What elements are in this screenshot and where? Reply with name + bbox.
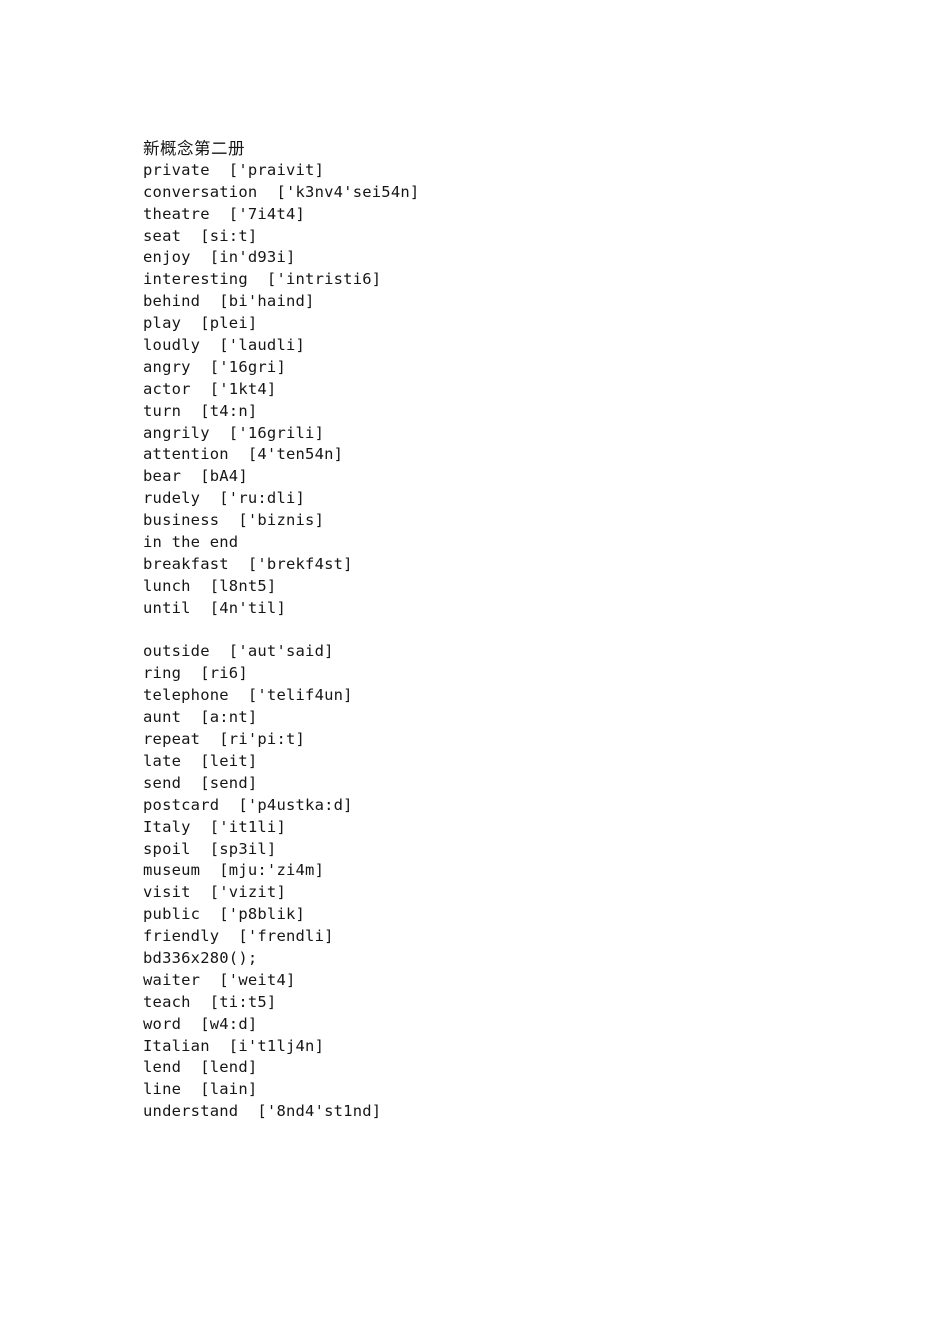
- vocabulary-line-understand: understand ['8nd4'st1nd]: [143, 1102, 382, 1121]
- vocabulary-line-museum: museum [mju:'zi4m]: [143, 861, 325, 880]
- vocabulary-line-behind: behind [bi'haind]: [143, 292, 315, 311]
- vocabulary-line-interesting: interesting ['intristi6]: [143, 270, 382, 289]
- vocabulary-line-word: word [w4:d]: [143, 1014, 258, 1033]
- vocabulary-line-business: business ['biznis]: [143, 511, 325, 530]
- vocabulary-line-ring: ring [ri6]: [143, 664, 248, 683]
- vocabulary-line-italian: Italian [i't1lj4n]: [143, 1036, 325, 1055]
- vocabulary-line-actor: actor ['1kt4]: [143, 379, 277, 398]
- vocabulary-line-spoil: spoil [sp3il]: [143, 839, 277, 858]
- vocabulary-line-send: send [send]: [143, 773, 258, 792]
- vocabulary-line-enjoy: enjoy [in'd93i]: [143, 248, 296, 267]
- vocabulary-line-private: private ['praivit]: [143, 160, 325, 179]
- vocabulary-line-in-the-end: in the end: [143, 533, 239, 552]
- vocabulary-line-teach: teach [ti:t5]: [143, 992, 277, 1011]
- vocabulary-line-lend: lend [lend]: [143, 1058, 258, 1077]
- vocabulary-line-angrily: angrily ['16grili]: [143, 423, 325, 442]
- vocabulary-line-turn: turn [t4:n]: [143, 401, 258, 420]
- vocabulary-line-loudly: loudly ['laudli]: [143, 336, 306, 355]
- vocabulary-line-late: late [leit]: [143, 751, 258, 770]
- vocabulary-line-conversation: conversation ['k3nv4'sei54n]: [143, 182, 420, 201]
- vocabulary-line-public: public ['p8blik]: [143, 905, 306, 924]
- vocabulary-line-until: until [4n'til]: [143, 598, 286, 617]
- vocabulary-line-waiter: waiter ['weit4]: [143, 970, 296, 989]
- vocabulary-line-postcard: postcard ['p4ustka:d]: [143, 795, 353, 814]
- vocabulary-line-rudely: rudely ['ru:dli]: [143, 489, 306, 508]
- vocabulary-list: 新概念第二册 private ['praivit] conversation ['k…: [143, 138, 843, 1123]
- document-page: 新概念第二册 private ['praivit] conversation ['k…: [0, 0, 950, 1344]
- vocabulary-line-italy: Italy ['it1li]: [143, 817, 286, 836]
- vocabulary-line-play: play [plei]: [143, 314, 258, 333]
- vocabulary-line-seat: seat [si:t]: [143, 226, 258, 245]
- vocabulary-line-bear: bear [bA4]: [143, 467, 248, 486]
- vocabulary-line-attention: attention [4'ten54n]: [143, 445, 344, 464]
- vocabulary-line-lunch: lunch [l8nt5]: [143, 576, 277, 595]
- vocabulary-line-theatre: theatre ['7i4t4]: [143, 204, 306, 223]
- vocabulary-line-outside: outside ['aut'said]: [143, 642, 334, 661]
- script-artifact-line: bd336x280();: [143, 948, 258, 967]
- vocabulary-line-friendly: friendly ['frendli]: [143, 927, 334, 946]
- vocabulary-line-breakfast: breakfast ['brekf4st]: [143, 554, 353, 573]
- vocabulary-line-line: line [lain]: [143, 1080, 258, 1099]
- vocabulary-line-repeat: repeat [ri'pi:t]: [143, 730, 306, 749]
- page-title: 新概念第二册: [143, 139, 245, 158]
- vocabulary-line-angry: angry ['16gri]: [143, 357, 286, 376]
- vocabulary-line-telephone: telephone ['telif4un]: [143, 686, 353, 705]
- vocabulary-line-visit: visit ['vizit]: [143, 883, 286, 902]
- vocabulary-line-aunt: aunt [a:nt]: [143, 708, 258, 727]
